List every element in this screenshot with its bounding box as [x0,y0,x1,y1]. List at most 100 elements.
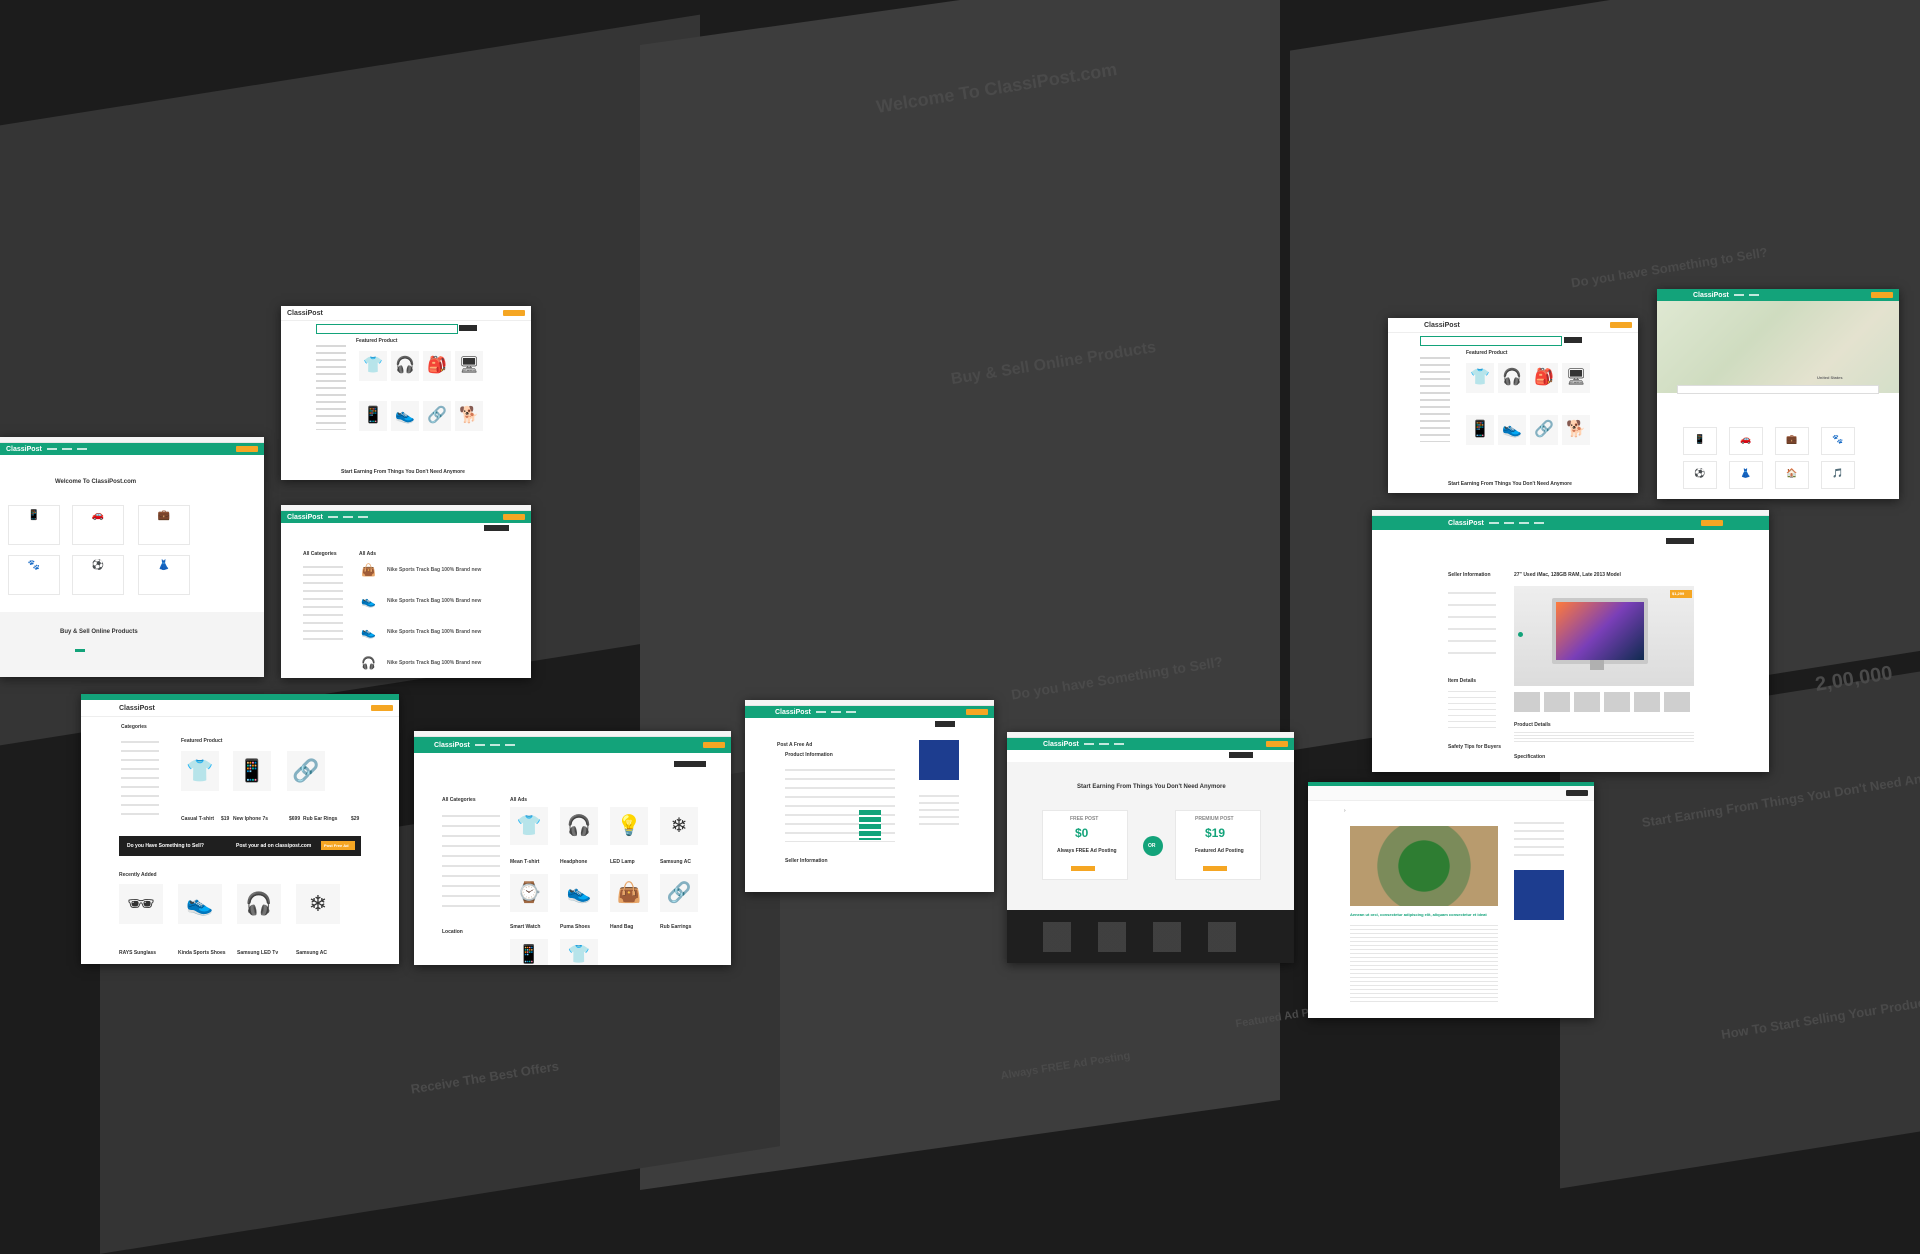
thumbnail-strip[interactable] [1514,692,1694,712]
product-backpack[interactable]: 🎒 [423,351,451,381]
product-dog[interactable]: 🐕 [455,401,483,431]
search-bar[interactable] [1420,336,1562,346]
map-search-bar[interactable] [1677,385,1879,394]
search-button[interactable] [484,525,509,531]
search-bar[interactable] [316,324,458,334]
blog-screenshot: › Aenean ut orci, consectetur adipiscing… [1308,782,1594,1018]
promo-banner[interactable] [1514,870,1564,920]
category-card-6[interactable]: 👗 [138,555,190,595]
grid-tshirt[interactable]: 👕 [510,807,548,845]
post-ad-button[interactable] [503,514,525,520]
product-tshirt[interactable]: 👕 [359,351,387,381]
product-headphone[interactable]: 🎧 [391,351,419,381]
search-button[interactable] [674,761,706,767]
product-monitor[interactable]: 🖥 [455,351,483,381]
sidebar-title: All Categories [303,551,337,557]
product-shoes[interactable]: 👟 [1498,415,1526,445]
map-category-8[interactable]: 🎵 [1821,461,1855,489]
post-ad-button[interactable] [966,709,988,715]
search-button[interactable] [935,721,955,727]
map-category-2[interactable]: 🚗 [1729,427,1763,455]
post-free-ad-button[interactable]: Post Free Ad [321,841,355,850]
category-card-5[interactable]: ⚽ [72,555,124,595]
search-button[interactable] [459,325,477,331]
grid-name-4: Samsung AC [660,859,691,865]
logo: ClassiPost [434,741,470,749]
map-category-7[interactable]: 🏠 [1775,461,1809,489]
premium-post-title: Featured Ad Posting [1195,848,1244,854]
recent-ac[interactable]: ❄ [296,884,340,924]
featured-tshirt[interactable]: 👕 [181,751,219,791]
product-phone[interactable]: 📱 [359,401,387,431]
post-ad-button[interactable] [1701,520,1723,526]
recent-shoes[interactable]: 👟 [178,884,222,924]
section-title: Featured Product [1466,350,1508,356]
product-monitor[interactable]: 🖥 [1562,363,1590,393]
search-button[interactable] [1566,790,1588,796]
grid-shoes[interactable]: 👟 [560,874,598,912]
product-shoes[interactable]: 👟 [391,401,419,431]
categories-title: Categories [121,724,147,730]
post-ad-button[interactable] [236,446,258,452]
search-button[interactable] [1564,337,1582,343]
premium-post-label: PREMIUM POST [1195,816,1234,822]
map-category-6[interactable]: 👗 [1729,461,1763,489]
search-button[interactable] [1229,752,1253,758]
map-category-3[interactable]: 💼 [1775,427,1809,455]
product-earrings[interactable]: 🔗 [1530,415,1558,445]
recent-name-1: RAYS Sunglass [119,950,157,956]
featured-phone[interactable]: 📱 [233,751,271,791]
list-item-1[interactable]: Nike Sports Track Bag 100% Brand new [387,567,481,573]
product-image[interactable] [1514,586,1694,686]
category-card-3[interactable]: 💼 [138,505,190,545]
grid-bag[interactable]: 👜 [610,874,648,912]
map-category-5[interactable]: ⚽ [1683,461,1717,489]
list-item-2[interactable]: Nike Sports Track Bag 100% Brand new [387,598,481,604]
grid-phone[interactable]: 📱 [510,939,548,965]
map-view[interactable] [1657,301,1899,393]
post-ad-button[interactable] [503,310,525,316]
category-card-1[interactable]: 📱 [8,505,60,545]
product-phone[interactable]: 📱 [1466,415,1494,445]
list-item-4[interactable]: Nike Sports Track Bag 100% Brand new [387,660,481,666]
grid-tshirt-2[interactable]: 👕 [560,939,598,965]
grid-ac[interactable]: ❄ [660,807,698,845]
recent-name-2: Kinda Sports Shoes [178,950,226,956]
list-title: All Ads [359,551,377,557]
logo: ClassiPost [1693,291,1729,299]
map-category-1[interactable]: 📱 [1683,427,1717,455]
post-ad-button[interactable] [1610,322,1632,328]
recent-sunglass[interactable]: 🕶 [119,884,163,924]
post-ad-button[interactable] [1871,292,1893,298]
prev-arrow[interactable] [1518,632,1523,637]
category-card-2[interactable]: 🚗 [72,505,124,545]
product-earrings[interactable]: 🔗 [423,401,451,431]
post-ad-button[interactable] [371,705,393,711]
grid-headphone[interactable]: 🎧 [560,807,598,845]
category-card-4[interactable]: 🐾 [8,555,60,595]
recent-headphone[interactable]: 🎧 [237,884,281,924]
search-button[interactable] [1666,538,1694,544]
featured-earrings[interactable]: 🔗 [287,751,325,791]
product-tshirt[interactable]: 👕 [1466,363,1494,393]
post-ad-button[interactable] [703,742,725,748]
grid-earrings[interactable]: 🔗 [660,874,698,912]
map-category-4[interactable]: 🐾 [1821,427,1855,455]
list-item-3[interactable]: Nike Sports Track Bag 100% Brand new [387,629,481,635]
breadcrumb: › [1344,808,1346,814]
product-dog[interactable]: 🐕 [1562,415,1590,445]
category-list [316,340,346,430]
product-backpack[interactable]: 🎒 [1530,363,1558,393]
grid-lamp[interactable]: 💡 [610,807,648,845]
post-ad-button[interactable] [1266,741,1288,747]
grid-watch[interactable]: ⌚ [510,874,548,912]
promo-banner[interactable] [919,740,959,780]
product-headphone[interactable]: 🎧 [1498,363,1526,393]
item-details-list [1448,686,1496,730]
map-screenshot: ClassiPost United States 📱 🚗 💼 🐾 ⚽ 👗 🏠 🎵 [1657,289,1899,499]
free-post-button[interactable] [1071,866,1095,871]
add-image-buttons[interactable] [859,810,881,840]
listing-screenshot: ClassiPost All Categories All Ads Nike S… [281,505,531,678]
tab-active[interactable] [75,649,85,652]
premium-post-button[interactable] [1203,866,1227,871]
